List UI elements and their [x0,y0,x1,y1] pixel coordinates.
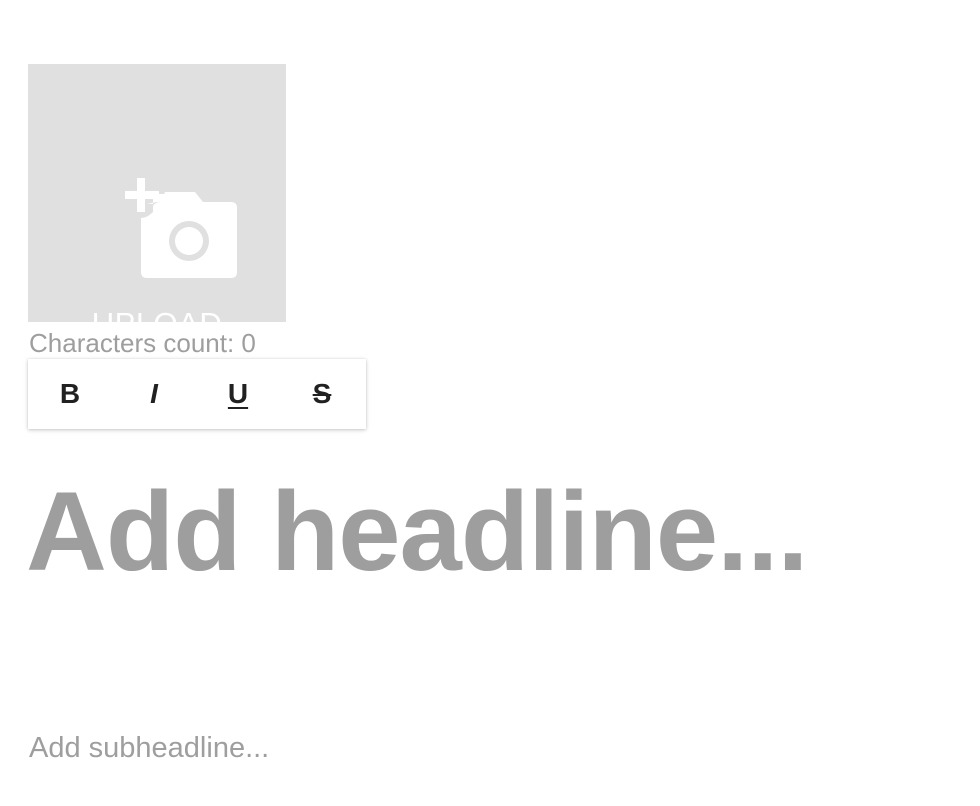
underline-button[interactable]: U [196,359,280,429]
bold-button[interactable]: B [28,359,112,429]
upload-image-button[interactable]: UPLOAD [28,64,286,341]
headline-input[interactable]: Add headline... [26,466,809,598]
add-photo-icon [125,178,237,278]
editor-page: UPLOAD Characters count: 0 B I U S Add h… [0,0,980,806]
characters-count: Characters count: 0 [29,328,256,358]
italic-button[interactable]: I [112,359,196,429]
formatting-toolbar: B I U S [28,359,366,429]
strikethrough-button[interactable]: S [280,359,364,429]
subheadline-input[interactable]: Add subheadline... [29,730,269,766]
